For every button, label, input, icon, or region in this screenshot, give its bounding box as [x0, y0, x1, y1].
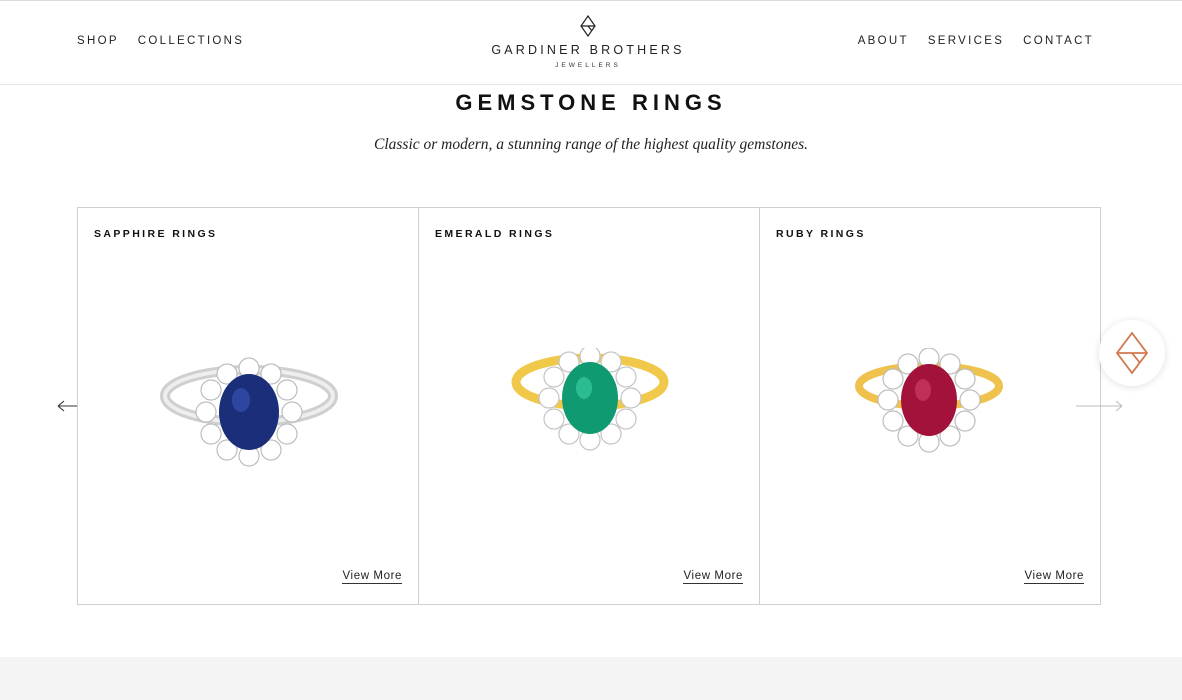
chat-badge[interactable] [1099, 320, 1165, 386]
view-more-link[interactable]: View More [1024, 570, 1084, 584]
nav-about[interactable]: ABOUT [858, 35, 909, 47]
nav-right: ABOUT SERVICES CONTACT [858, 35, 1094, 47]
card-title: SAPPHIRE RINGS [94, 228, 218, 240]
nav-services[interactable]: SERVICES [928, 35, 1004, 47]
logo-name: GARDINER BROTHERS [491, 43, 685, 57]
footer-band [0, 657, 1182, 700]
arrow-right-icon[interactable] [1074, 398, 1124, 414]
nav-left: SHOP COLLECTIONS [77, 35, 244, 47]
category-carousel: SAPPHIRE RINGS View More EMERALD RINGS V… [77, 207, 1103, 605]
card-sapphire-rings[interactable]: SAPPHIRE RINGS View More [77, 207, 419, 605]
brand-chat-icon [1115, 332, 1149, 374]
site-logo[interactable]: GARDINER BROTHERS JEWELLERS [487, 15, 689, 69]
nav-shop[interactable]: SHOP [77, 35, 119, 47]
site-header: SHOP COLLECTIONS GARDINER BROTHERS JEWEL… [0, 1, 1182, 85]
sapphire-stone [219, 374, 279, 450]
view-more-link[interactable]: View More [683, 570, 743, 584]
sapphire-ring-image [160, 357, 338, 467]
diamond-logo-icon [580, 15, 596, 37]
view-more-link[interactable]: View More [342, 570, 402, 584]
emerald-stone [562, 362, 618, 434]
card-title: RUBY RINGS [776, 228, 866, 240]
card-emerald-rings[interactable]: EMERALD RINGS View More [418, 207, 760, 605]
page-subtitle: Classic or modern, a stunning range of t… [374, 136, 808, 153]
page-title: GEMSTONE RINGS [455, 90, 727, 115]
card-ruby-rings[interactable]: RUBY RINGS View More [759, 207, 1101, 605]
ruby-stone [901, 364, 957, 436]
nav-contact[interactable]: CONTACT [1023, 35, 1094, 47]
emerald-ring-image [511, 348, 669, 451]
card-title: EMERALD RINGS [435, 228, 555, 240]
logo-subtitle: JEWELLERS [555, 62, 621, 69]
ruby-ring-image [855, 348, 1003, 453]
nav-collections[interactable]: COLLECTIONS [138, 35, 244, 47]
